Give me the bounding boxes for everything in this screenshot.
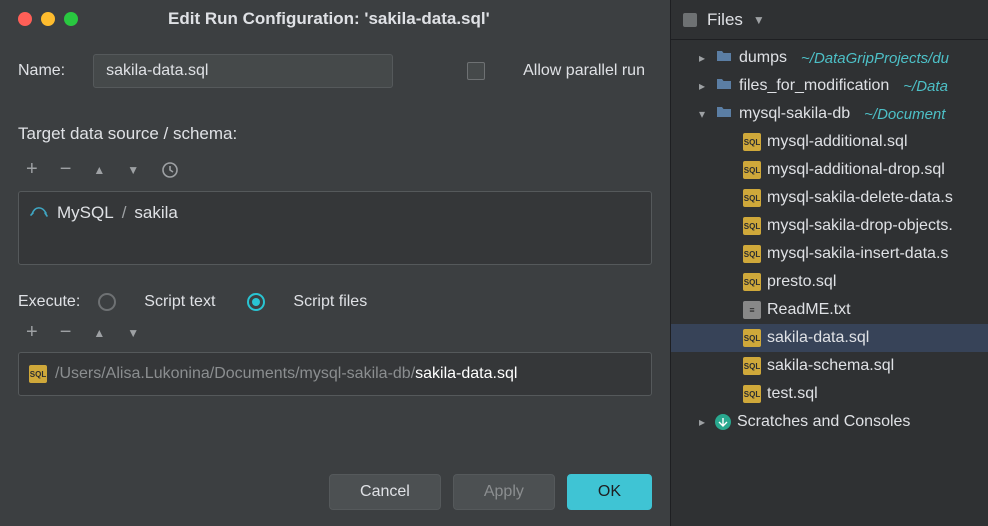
sql-file-icon: SQL — [743, 245, 761, 263]
tree-item-path: ~/Data — [903, 78, 948, 95]
titlebar: Edit Run Configuration: 'sakila-data.sql… — [18, 0, 652, 38]
tree-item-path: ~/DataGripProjects/du — [801, 50, 949, 67]
window-minimize-icon[interactable] — [41, 12, 55, 26]
sql-file-icon: SQL — [743, 161, 761, 179]
tree-file[interactable]: ▸SQLmysql-sakila-insert-data.s — [671, 240, 988, 268]
ok-button[interactable]: OK — [567, 474, 652, 510]
run-config-dialog: Edit Run Configuration: 'sakila-data.sql… — [0, 0, 670, 526]
datasource-list[interactable]: MySQL / sakila — [18, 191, 652, 265]
tree-item-label: mysql-sakila-drop-objects. — [767, 217, 953, 235]
radio-script-text[interactable] — [98, 293, 116, 311]
name-row: Name: Allow parallel run — [18, 54, 652, 88]
chevron-down-icon[interactable]: ▼ — [753, 13, 765, 27]
name-label: Name: — [18, 62, 65, 80]
history-icon[interactable] — [161, 161, 179, 179]
files-title: Files — [707, 10, 743, 30]
folder-icon — [715, 75, 733, 97]
chevron-right-icon[interactable]: ▸ — [695, 51, 709, 65]
tree-item-path: ~/Document — [864, 106, 945, 123]
folder-icon — [715, 47, 733, 69]
file-move-up-button[interactable]: ▲ — [93, 326, 105, 340]
file-path-name: sakila-data.sql — [415, 365, 517, 382]
sql-file-icon: SQL — [743, 273, 761, 291]
allow-parallel-checkbox[interactable] — [467, 62, 485, 80]
datasource-toolbar: + − ▲ ▼ — [18, 158, 652, 181]
datasource-sep: / — [122, 203, 127, 223]
sql-file-icon: SQL — [743, 189, 761, 207]
tree-file[interactable]: ▸SQLmysql-additional-drop.sql — [671, 156, 988, 184]
sql-file-icon: SQL — [743, 385, 761, 403]
tree-file[interactable]: ▸SQLmysql-sakila-delete-data.s — [671, 184, 988, 212]
dialog-button-bar: Cancel Apply OK — [329, 474, 652, 510]
radio-script-text-label: Script text — [144, 293, 215, 311]
move-down-button[interactable]: ▼ — [127, 163, 139, 177]
txt-file-icon: ≡ — [743, 301, 761, 319]
remove-datasource-button[interactable]: − — [60, 158, 72, 181]
tree-folder[interactable]: ▾ mysql-sakila-db ~/Document — [671, 100, 988, 128]
execute-row: Execute: Script text Script files — [18, 293, 652, 311]
datasource-item[interactable]: MySQL / sakila — [29, 200, 178, 225]
tree-item-label: sakila-schema.sql — [767, 357, 894, 375]
files-header[interactable]: Files ▼ — [671, 0, 988, 40]
sql-file-icon: SQL — [743, 133, 761, 151]
window-close-icon[interactable] — [18, 12, 32, 26]
tree-file[interactable]: ▸SQLtest.sql — [671, 380, 988, 408]
chevron-right-icon[interactable]: ▸ — [695, 79, 709, 93]
tree-item-label: mysql-additional-drop.sql — [767, 161, 945, 179]
tree-file[interactable]: ▸SQLsakila-schema.sql — [671, 352, 988, 380]
script-file-path-box[interactable]: SQL /Users/Alisa.Lukonina/Documents/mysq… — [18, 352, 652, 396]
add-datasource-button[interactable]: + — [26, 158, 38, 181]
file-path-dir: /Users/Alisa.Lukonina/Documents/mysql-sa… — [55, 365, 415, 382]
tree-item-label: Scratches and Consoles — [737, 413, 910, 431]
target-datasource-label: Target data source / schema: — [18, 124, 652, 144]
file-move-down-button[interactable]: ▼ — [127, 326, 139, 340]
tree-item-label: files_for_modification — [739, 77, 889, 95]
tree-file[interactable]: ▸SQLpresto.sql — [671, 268, 988, 296]
sql-file-icon: SQL — [743, 357, 761, 375]
tree-file[interactable]: ▸SQLmysql-sakila-drop-objects. — [671, 212, 988, 240]
tree-item-label: mysql-sakila-insert-data.s — [767, 245, 948, 263]
remove-file-button[interactable]: − — [60, 321, 72, 344]
name-input[interactable] — [93, 54, 393, 88]
radio-script-files-label: Script files — [293, 293, 367, 311]
chevron-down-icon[interactable]: ▾ — [695, 107, 709, 121]
window-zoom-icon[interactable] — [64, 12, 78, 26]
tree-file[interactable]: ▸SQLsakila-data.sql — [671, 324, 988, 352]
datasource-db: MySQL — [57, 203, 114, 223]
cancel-button[interactable]: Cancel — [329, 474, 441, 510]
project-icon — [683, 13, 697, 27]
sql-file-icon: SQL — [743, 329, 761, 347]
tree-file[interactable]: ▸≡ReadME.txt — [671, 296, 988, 324]
dialog-title: Edit Run Configuration: 'sakila-data.sql… — [168, 9, 490, 29]
add-file-button[interactable]: + — [26, 321, 38, 344]
tree-item-label: dumps — [739, 49, 787, 67]
tree-item-label: test.sql — [767, 385, 818, 403]
file-tree[interactable]: ▸ dumps ~/DataGripProjects/du ▸ files_for_mo… — [671, 40, 988, 436]
scratches-icon — [715, 414, 731, 430]
sql-file-icon: SQL — [743, 217, 761, 235]
window-traffic-lights — [18, 12, 78, 26]
move-up-button[interactable]: ▲ — [93, 163, 105, 177]
tree-item-label: mysql-additional.sql — [767, 133, 908, 151]
tree-file[interactable]: ▸SQLmysql-additional.sql — [671, 128, 988, 156]
tree-folder[interactable]: ▸ Scratches and Consoles — [671, 408, 988, 436]
tree-item-label: ReadME.txt — [767, 301, 851, 319]
allow-parallel-label: Allow parallel run — [523, 62, 645, 80]
datasource-schema: sakila — [134, 203, 177, 223]
tree-item-label: mysql-sakila-db — [739, 105, 850, 123]
execute-label: Execute: — [18, 293, 80, 311]
radio-script-files[interactable] — [247, 293, 265, 311]
apply-button[interactable]: Apply — [453, 474, 555, 510]
folder-icon — [715, 103, 733, 125]
mysql-icon — [29, 200, 49, 225]
chevron-right-icon[interactable]: ▸ — [695, 415, 709, 429]
tree-item-label: sakila-data.sql — [767, 329, 869, 347]
tree-folder[interactable]: ▸ dumps ~/DataGripProjects/du — [671, 44, 988, 72]
files-tool-window: Files ▼ ▸ dumps ~/DataGripProjects/du ▸ file… — [670, 0, 988, 526]
files-toolbar: + − ▲ ▼ — [18, 321, 652, 344]
tree-item-label: presto.sql — [767, 273, 836, 291]
tree-item-label: mysql-sakila-delete-data.s — [767, 189, 953, 207]
tree-folder[interactable]: ▸ files_for_modification ~/Data — [671, 72, 988, 100]
sql-file-icon: SQL — [29, 365, 47, 383]
